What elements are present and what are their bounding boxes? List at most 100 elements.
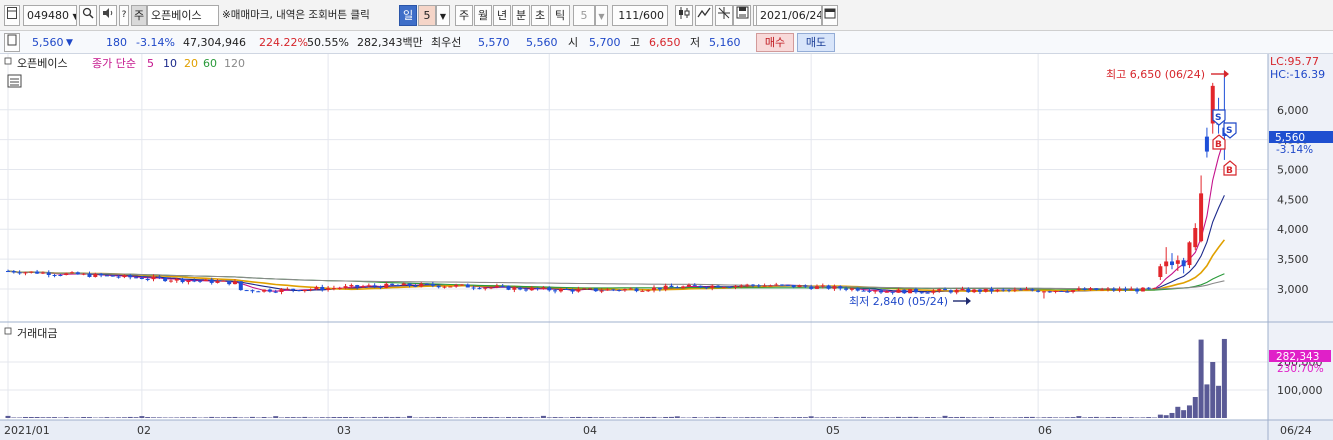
- candle-body: [832, 286, 837, 289]
- candle-body: [378, 286, 383, 288]
- help-icon[interactable]: ?: [119, 5, 129, 26]
- volume-bar: [331, 417, 337, 418]
- volume-bar: [616, 417, 622, 418]
- candle-body: [81, 273, 86, 275]
- volume-bar: [715, 416, 721, 418]
- candle-body: [366, 285, 371, 287]
- chevron-down-icon[interactable]: ▼: [595, 5, 608, 26]
- candle-body: [1140, 287, 1145, 292]
- candle-body: [640, 290, 645, 292]
- link-group-icon[interactable]: [4, 5, 20, 26]
- volume-bar: [634, 417, 640, 418]
- price-tick-label: 3,500: [1277, 253, 1309, 266]
- min-price-annotation: 최저 2,840 (05/24): [849, 295, 948, 308]
- ma-period-120: 120: [224, 57, 245, 70]
- candle-body: [425, 283, 430, 285]
- price-tick-label: 4,000: [1277, 223, 1309, 236]
- candle-body: [1158, 266, 1163, 277]
- volume-bar: [861, 416, 867, 418]
- volume-bar: [453, 417, 459, 418]
- volume-bar: [139, 416, 145, 418]
- period-tab-second[interactable]: 초: [531, 5, 549, 26]
- stock-name-field[interactable]: 오픈베이스: [147, 5, 219, 26]
- volume-bar: [610, 417, 616, 418]
- volume-panel-title[interactable]: 거래대금: [17, 327, 57, 340]
- candle-body: [774, 284, 779, 286]
- volume-bar: [866, 417, 872, 418]
- volume-bar: [546, 417, 552, 418]
- candle-body: [1018, 289, 1023, 291]
- period-tab-tick[interactable]: 틱: [550, 5, 570, 26]
- period-tab-year[interactable]: 년: [493, 5, 511, 26]
- save-icon[interactable]: [733, 5, 751, 26]
- sell-mark-label: S: [1226, 126, 1232, 136]
- period-tab-day[interactable]: 일: [399, 5, 417, 26]
- tick-count-field[interactable]: 5: [573, 5, 595, 26]
- candle-body: [628, 288, 633, 290]
- candle-body: [861, 290, 866, 292]
- time-label-mar: 03: [337, 424, 351, 437]
- price-panel-title[interactable]: 오픈베이스: [17, 57, 68, 70]
- volume-bar: [366, 417, 372, 418]
- volume-bar: [34, 417, 40, 418]
- detail-toggle-icon[interactable]: [4, 33, 20, 52]
- volume-bar: [639, 416, 645, 418]
- volume-bar: [488, 417, 494, 418]
- calendar-icon[interactable]: [822, 5, 838, 26]
- period-tab-minute[interactable]: 분: [512, 5, 530, 26]
- candle-body: [35, 271, 40, 274]
- trade-amount: 282,343백만: [357, 36, 423, 49]
- candle-body: [128, 275, 133, 278]
- volume-bar: [1088, 417, 1094, 418]
- volume-bar: [645, 417, 651, 418]
- volume-bar: [1006, 417, 1012, 418]
- volume-bar: [692, 417, 698, 418]
- market-tag: 주: [131, 5, 147, 26]
- sell-button[interactable]: 매도: [797, 33, 835, 52]
- volume-bar: [814, 417, 820, 418]
- candle-body: [1030, 289, 1035, 291]
- candle-body: [285, 288, 290, 290]
- volume-bar: [826, 417, 832, 418]
- stock-code-input[interactable]: 049480 ▼: [23, 5, 77, 26]
- volume-bar: [1192, 397, 1198, 418]
- candle-body: [710, 285, 715, 288]
- search-icon[interactable]: [79, 5, 97, 26]
- period-tab-week[interactable]: 주: [455, 5, 473, 26]
- candle-body: [87, 273, 92, 277]
- candle-body: [122, 275, 127, 278]
- calculator-icon[interactable]: [7, 74, 22, 88]
- candle-body: [244, 290, 249, 292]
- volume-bar: [52, 417, 58, 418]
- candle-body: [192, 280, 197, 282]
- volume-bar: [110, 417, 116, 418]
- candle-body: [925, 292, 930, 294]
- turnover-rate: 50.55%: [307, 36, 349, 49]
- volume-bar: [348, 417, 354, 418]
- candle-body: [890, 291, 895, 293]
- buy-button[interactable]: 매수: [756, 33, 794, 52]
- volume-bar: [895, 416, 901, 418]
- candle-body: [966, 288, 971, 293]
- speaker-icon[interactable]: [99, 5, 117, 26]
- volume-bar: [75, 417, 81, 418]
- stock-chart[interactable]: 3,0003,5004,0004,5005,0005,5006,000100,0…: [0, 54, 1333, 440]
- stock-code-value: 049480: [27, 9, 69, 22]
- date-field[interactable]: 2021/06/24: [756, 5, 822, 26]
- chevron-down-icon[interactable]: ▼: [436, 5, 450, 26]
- volume-ratio: 224.22%: [259, 36, 308, 49]
- candle-body: [1117, 288, 1122, 291]
- crosshair-icon[interactable]: [715, 5, 733, 26]
- candle-body: [820, 285, 825, 287]
- candle-body: [1094, 288, 1099, 291]
- period-tab-month[interactable]: 월: [474, 5, 492, 26]
- candle-body: [989, 288, 994, 292]
- time-label-may: 05: [826, 424, 840, 437]
- candle-body: [1082, 288, 1087, 291]
- data-count-field[interactable]: 111/600: [612, 5, 668, 26]
- candle-style-icon[interactable]: [675, 5, 693, 26]
- period-day-count[interactable]: 5: [418, 5, 436, 26]
- drawing-tool-icon[interactable]: [695, 5, 713, 26]
- change-amount: 180: [106, 36, 127, 49]
- volume-bar: [447, 417, 453, 418]
